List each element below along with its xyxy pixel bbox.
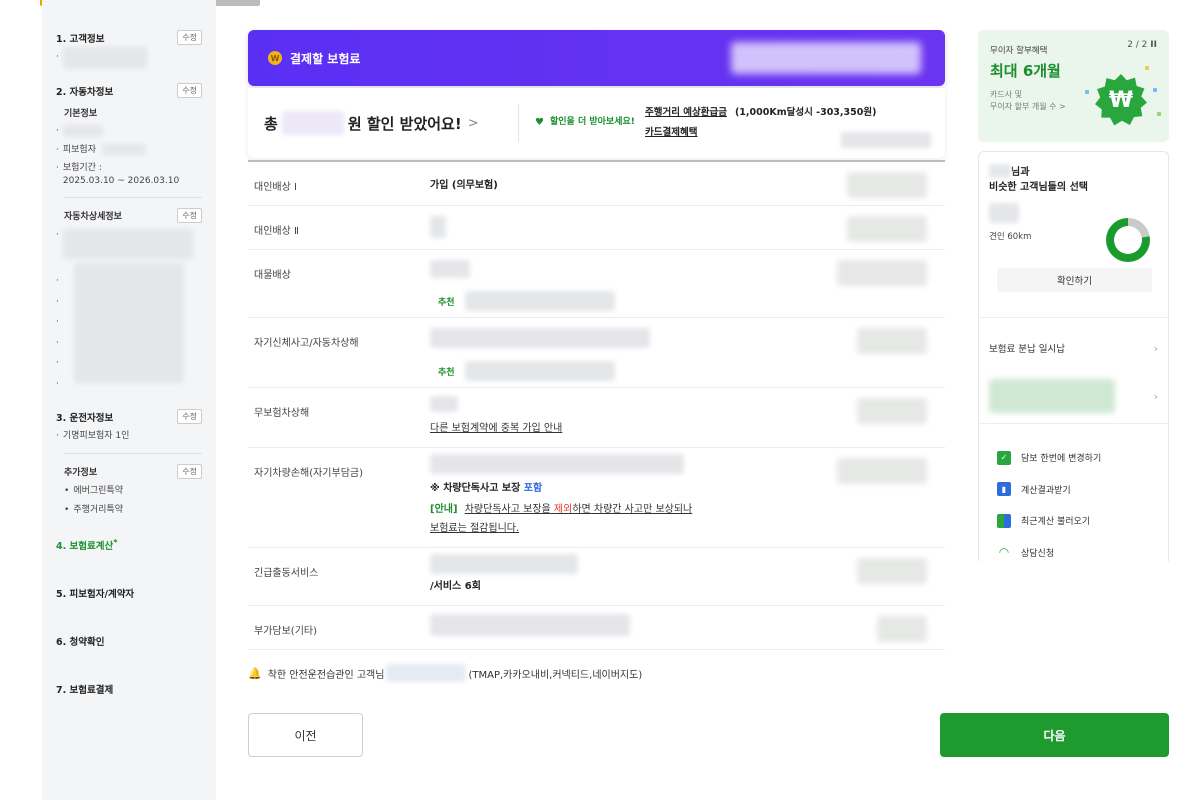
- table-row: 자기차량손해(자기부담금) ※ 차량단독사고 보장 포함 [안내] 차량단독사고…: [248, 448, 945, 548]
- sidebar-step-insured[interactable]: 5. 피보험자/계약자: [56, 586, 202, 622]
- coverage-label: 자기차량손해(자기부담금): [254, 468, 364, 479]
- sidebar-period: · 보험기간 :2025.03.10 ~ 2026.03.10: [56, 163, 180, 186]
- duplicate-coverage-link[interactable]: 다른 보험계약에 중복 가입 안내: [430, 423, 562, 434]
- heart-icon: ♥: [535, 117, 544, 128]
- safe-driving-notice: 🔔 착한 안전운전습관인 고객님 (TMAP,카카오내비,커넥티드,네이버지도): [248, 664, 945, 682]
- sidebar-driver-item: · 기명피보험자 1인: [56, 431, 130, 442]
- sidebar-extra-item: • 에버그린특약: [64, 485, 123, 496]
- chevron-right-icon: ›: [1153, 389, 1158, 403]
- choice-name-suffix: 님과: [1011, 166, 1030, 178]
- sidebar-basic-info-value: ·: [56, 125, 202, 138]
- premium-banner: W 결제할 보험료: [248, 30, 945, 86]
- chevron-right-icon: >: [467, 115, 479, 131]
- sidebar-vehicle-detail-list: · · · · · ·: [56, 263, 202, 389]
- chevron-right-icon: ›: [1153, 341, 1158, 355]
- sidebar-section-customer: 1. 고객정보 수정 ·: [56, 30, 202, 69]
- sidebar-insured: · 피보험자: [56, 143, 202, 157]
- discount-amount: [841, 132, 931, 148]
- edit-vehicle-detail-button[interactable]: 수정: [177, 208, 202, 224]
- discount-summary[interactable]: 총 원 할인 받았어요! >: [248, 111, 518, 135]
- sidebar-extra-item: • 주행거리특약: [64, 504, 123, 515]
- coverage-label: 대인배상 Ⅰ: [254, 182, 297, 193]
- table-row: 자기신체사고/자동차상해 추천: [248, 318, 945, 388]
- load-recent-button[interactable]: 최근계산 불러오기: [997, 505, 1158, 537]
- pause-icon[interactable]: II: [1150, 40, 1157, 50]
- coin-icon: W: [268, 51, 282, 65]
- change-coverage-button[interactable]: ✓ 담보 한번에 변경하기: [997, 442, 1158, 474]
- recommend-badge: 추천: [438, 367, 455, 378]
- mileage-refund-note: (1,000Km달성시 -303,350원): [734, 107, 877, 119]
- promo-headline: 최대 6개월: [990, 62, 1061, 80]
- recommend-badge: 추천: [438, 297, 455, 308]
- premium-amount: [731, 42, 921, 74]
- phone-icon: ▮: [997, 482, 1011, 497]
- sidebar-section-vehicle: 2. 자동차정보 수정 기본정보 · · 피보험자 · 보험기간 :2025.03.…: [56, 83, 202, 389]
- won-badge-icon: ₩: [1095, 74, 1147, 126]
- installment-option[interactable]: 보험료 분납 일시납 ›: [989, 324, 1158, 372]
- sidebar-vehicle-detail-label: 자동차상세정보: [64, 212, 122, 223]
- discount-card: 총 원 할인 받았어요! > ♥ 할인을 더 받아보세요! 주행거리 예상환급금…: [248, 88, 945, 158]
- sidebar-driver-title: 3. 운전자정보: [56, 412, 114, 424]
- get-result-button[interactable]: ▮ 계산결과받기: [997, 474, 1158, 506]
- edit-extra-button[interactable]: 수정: [177, 463, 202, 479]
- consultation-button[interactable]: ◠ 상담신청: [997, 537, 1158, 569]
- grid-icon: [997, 513, 1011, 528]
- sidebar-customer-value: ·: [56, 47, 202, 69]
- coverage-label: 대물배상: [254, 270, 291, 281]
- edit-vehicle-button[interactable]: 수정: [177, 83, 202, 98]
- next-button[interactable]: 다음: [940, 713, 1169, 757]
- sidebar-basic-info-label: 기본정보: [64, 109, 98, 119]
- table-row: 대인배상 Ⅰ 가입 (의무보험): [248, 162, 945, 206]
- card-benefit-link[interactable]: 카드결제혜택: [645, 127, 697, 138]
- more-discount-tip: ♥ 할인을 더 받아보세요!: [535, 117, 635, 128]
- table-row: 긴급출동서비스 /서비스 6회: [248, 548, 945, 606]
- coverage-value: 가입 (의무보험): [430, 180, 498, 191]
- table-row: 부가담보(기타): [248, 606, 945, 650]
- coverage-label: 긴급출동서비스: [254, 568, 319, 579]
- choice-donut-chart: [1106, 218, 1150, 262]
- single-accident-info: [안내] 차량단독사고 보장을 제외하면 차량간 사고만 보상되나 보험료는 절…: [430, 504, 693, 534]
- banner-title: 결제할 보험료: [290, 51, 361, 66]
- table-row: 무보험차상해 다른 보험계약에 중복 가입 안내: [248, 388, 945, 448]
- bell-icon: 🔔: [248, 666, 262, 680]
- choice-title: 비슷한 고객님들의 선택: [989, 182, 1088, 193]
- sidebar-step-confirm[interactable]: 6. 청약확인: [56, 634, 202, 670]
- installment-promo-card[interactable]: 2 / 2 II 무이자 할부혜택 최대 6개월 카드사 및 무이자 할부 개월 …: [978, 30, 1169, 142]
- coverage-table: 대인배상 Ⅰ 가입 (의무보험) 대인배상 Ⅱ 대물배상 추천 자기신체사고/자…: [248, 160, 945, 650]
- sidebar-vehicle-detail-value: ·: [56, 229, 202, 260]
- coverage-label: 부가담보(기타): [254, 626, 318, 637]
- sidebar-section-driver: 3. 운전자정보 수정 · 기명피보험자 1인 추가정보 수정 • 에버그린특약 •…: [56, 409, 202, 516]
- headset-icon: ◠: [998, 545, 1010, 560]
- confirm-button[interactable]: 확인하기: [997, 268, 1152, 292]
- coverage-label: 자기신체사고/자동차상해: [254, 338, 359, 349]
- check-box-icon: ✓: [997, 450, 1011, 465]
- coverage-label: 대인배상 Ⅱ: [254, 226, 299, 237]
- progress-sidebar: 1. 고객정보 수정 · 2. 자동차정보 수정 기본정보 · · 피보험자 · 보…: [42, 0, 216, 800]
- sidebar-vehicle-title: 2. 자동차정보: [56, 86, 114, 98]
- sidebar-extra-title: 추가정보: [64, 467, 98, 478]
- sidebar-customer-title: 1. 고객정보: [56, 33, 105, 45]
- carousel-indicator[interactable]: 2 / 2 II: [1127, 40, 1157, 50]
- edit-customer-button[interactable]: 수정: [177, 30, 202, 45]
- payment-option[interactable]: ›: [989, 372, 1158, 420]
- sidebar-step-payment[interactable]: 7. 보험료결제: [56, 682, 202, 718]
- edit-driver-button[interactable]: 수정: [177, 409, 202, 425]
- prev-button[interactable]: 이전: [248, 713, 363, 757]
- similar-customer-card: 님과 비슷한 고객님들의 선택 견인 60km 확인하기 보험료 분납 일시납 …: [978, 151, 1169, 568]
- sidebar-step-premium[interactable]: 4. 보험료계산*: [56, 538, 202, 574]
- mileage-refund-link[interactable]: 주행거리 예상환급금: [645, 107, 727, 118]
- coverage-label: 무보험차상해: [254, 408, 310, 419]
- table-row: 대물배상 추천: [248, 250, 945, 318]
- table-row: 대인배상 Ⅱ: [248, 206, 945, 250]
